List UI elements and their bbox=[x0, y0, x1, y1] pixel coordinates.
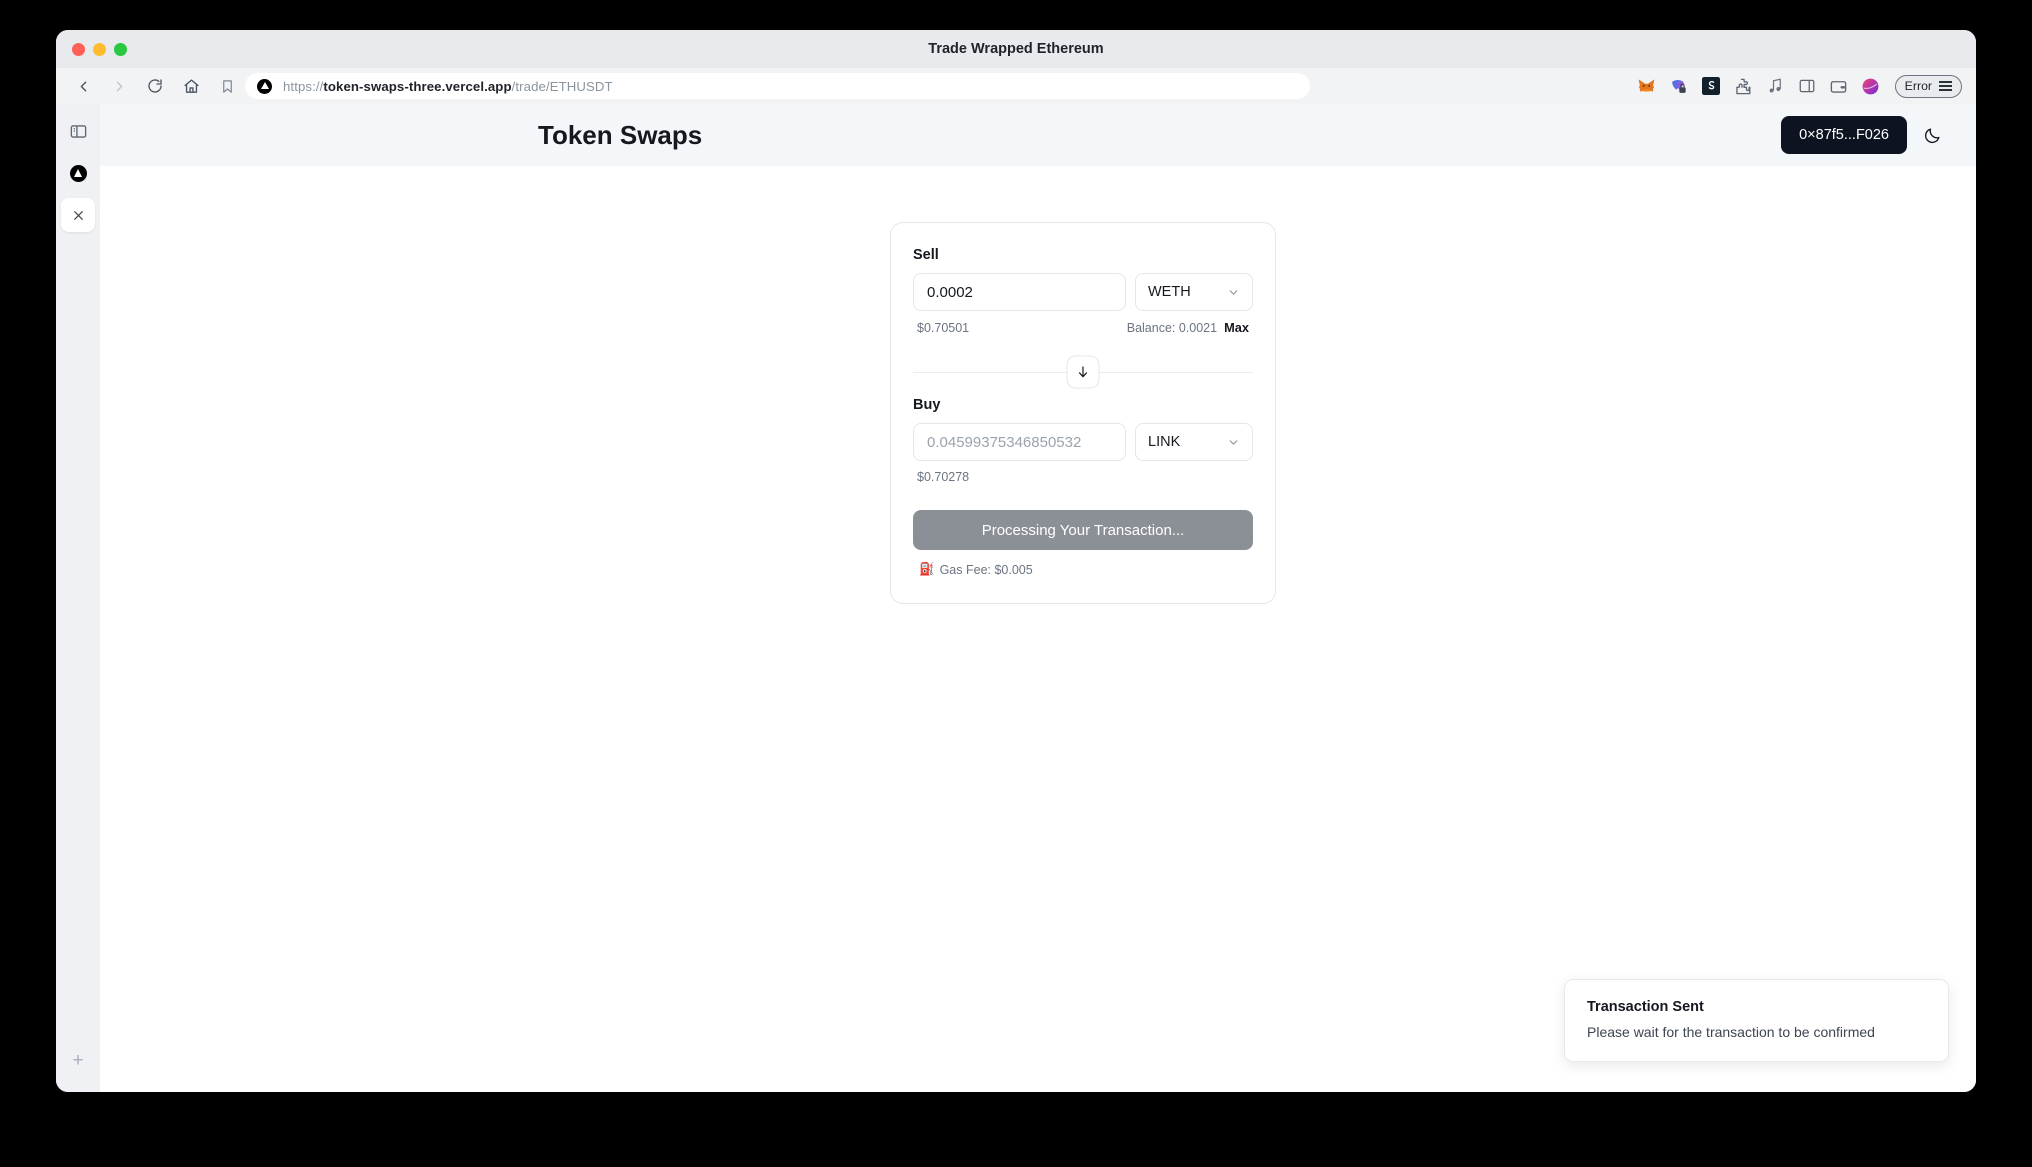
new-tab-button[interactable]: + bbox=[61, 1044, 95, 1078]
wallet-lock-icon[interactable] bbox=[1669, 76, 1689, 96]
back-button[interactable] bbox=[70, 73, 96, 99]
transaction-toast: Transaction Sent Please wait for the tra… bbox=[1564, 979, 1949, 1062]
submit-swap-button[interactable]: Processing Your Transaction... bbox=[913, 510, 1253, 550]
reload-button[interactable] bbox=[142, 73, 168, 99]
sell-token-select[interactable]: WETH bbox=[1135, 273, 1253, 311]
maximize-window-button[interactable] bbox=[114, 42, 127, 56]
vercel-triangle-icon bbox=[257, 78, 272, 94]
gas-fee-label: Gas Fee: $0.005 bbox=[939, 562, 1033, 577]
sell-meta-row: $0.70501 Balance: 0.0021 Max bbox=[913, 320, 1253, 335]
gas-fee-row: ⛽ Gas Fee: $0.005 bbox=[913, 562, 1253, 577]
swap-divider bbox=[913, 349, 1253, 395]
browser-toolbar: https://token-swaps-three.vercel.app/tra… bbox=[56, 68, 1976, 104]
error-menu-button[interactable]: Error bbox=[1894, 74, 1962, 98]
swap-card: Sell WETH $0.70501 Balance: bbox=[890, 222, 1276, 604]
moon-icon[interactable] bbox=[1923, 126, 1942, 145]
sell-token-label: WETH bbox=[1148, 284, 1191, 300]
chevron-down-icon bbox=[1227, 286, 1240, 299]
forward-button[interactable] bbox=[106, 73, 132, 99]
buy-usd-value: $0.70278 bbox=[917, 470, 970, 484]
puzzle-piece-icon[interactable] bbox=[1733, 76, 1753, 96]
buy-token-select[interactable]: LINK bbox=[1135, 423, 1253, 461]
url-input[interactable]: https://token-swaps-three.vercel.app/tra… bbox=[245, 73, 1310, 99]
window-titlebar: Trade Wrapped Ethereum bbox=[56, 30, 1976, 68]
buy-token-label: LINK bbox=[1148, 434, 1181, 450]
close-tab-button[interactable] bbox=[61, 198, 95, 232]
window-body: + Token Swaps 0×87f5...F026 Sell 0.0002 … bbox=[56, 104, 1976, 1092]
sidebar-panel-icon[interactable] bbox=[1797, 76, 1817, 96]
gas-pump-icon: ⛽ bbox=[919, 562, 935, 576]
hamburger-menu-icon bbox=[1939, 81, 1952, 91]
toast-message: Please wait for the transaction to be co… bbox=[1587, 1024, 1875, 1040]
max-button[interactable]: Max bbox=[1224, 320, 1249, 335]
new-tab-label: + bbox=[72, 1050, 84, 1071]
header-actions: 0×87f5...F026 bbox=[1781, 116, 1942, 154]
browser-window: Trade Wrapped Ethereum https://token-swa… bbox=[56, 30, 1976, 1092]
web-page: Token Swaps 0×87f5...F026 Sell WETH bbox=[100, 104, 1976, 1092]
error-label: Error bbox=[1904, 79, 1932, 93]
close-window-button[interactable] bbox=[72, 42, 85, 56]
window-title: Trade Wrapped Ethereum bbox=[928, 41, 1104, 57]
url-text: https://token-swaps-three.vercel.app/tra… bbox=[283, 78, 613, 94]
page-title: Token Swaps bbox=[538, 119, 703, 150]
sidebar-tab-token-swaps[interactable] bbox=[61, 156, 95, 190]
minimize-window-button[interactable] bbox=[93, 42, 106, 56]
script-s-icon[interactable] bbox=[1701, 76, 1721, 96]
extension-icons: Error bbox=[1637, 74, 1962, 98]
music-note-icon[interactable] bbox=[1765, 76, 1785, 96]
swap-direction-button[interactable] bbox=[1066, 355, 1100, 389]
buy-meta-row: $0.70278 bbox=[913, 470, 1253, 484]
gradient-sphere-icon[interactable] bbox=[1861, 76, 1881, 96]
wallet-icon[interactable] bbox=[1829, 76, 1849, 96]
vercel-triangle-icon bbox=[69, 164, 87, 182]
address-bar-area: https://token-swaps-three.vercel.app/tra… bbox=[220, 73, 1621, 99]
panel-toggle-icon[interactable] bbox=[61, 114, 95, 148]
buy-label: Buy bbox=[913, 397, 941, 413]
bookmark-icon[interactable] bbox=[220, 79, 235, 94]
metamask-fox-icon[interactable] bbox=[1637, 76, 1657, 96]
sell-usd-value: $0.70501 bbox=[917, 321, 970, 335]
toast-title: Transaction Sent bbox=[1587, 999, 1704, 1015]
chevron-down-icon bbox=[1227, 436, 1240, 449]
buy-row: LINK bbox=[913, 423, 1253, 461]
home-button[interactable] bbox=[178, 73, 204, 99]
wallet-address-button[interactable]: 0×87f5...F026 bbox=[1781, 116, 1907, 154]
sell-label: Sell bbox=[913, 247, 939, 263]
window-controls bbox=[72, 42, 127, 56]
buy-amount-input[interactable] bbox=[913, 423, 1126, 461]
sell-balance: Balance: 0.0021 bbox=[1126, 321, 1218, 335]
app-header: Token Swaps 0×87f5...F026 bbox=[100, 104, 1976, 166]
sell-amount-input[interactable] bbox=[913, 273, 1126, 311]
sell-row: WETH bbox=[913, 273, 1253, 311]
page-content: Sell WETH $0.70501 Balance: bbox=[100, 166, 1976, 1092]
browser-sidebar: + bbox=[56, 104, 100, 1092]
